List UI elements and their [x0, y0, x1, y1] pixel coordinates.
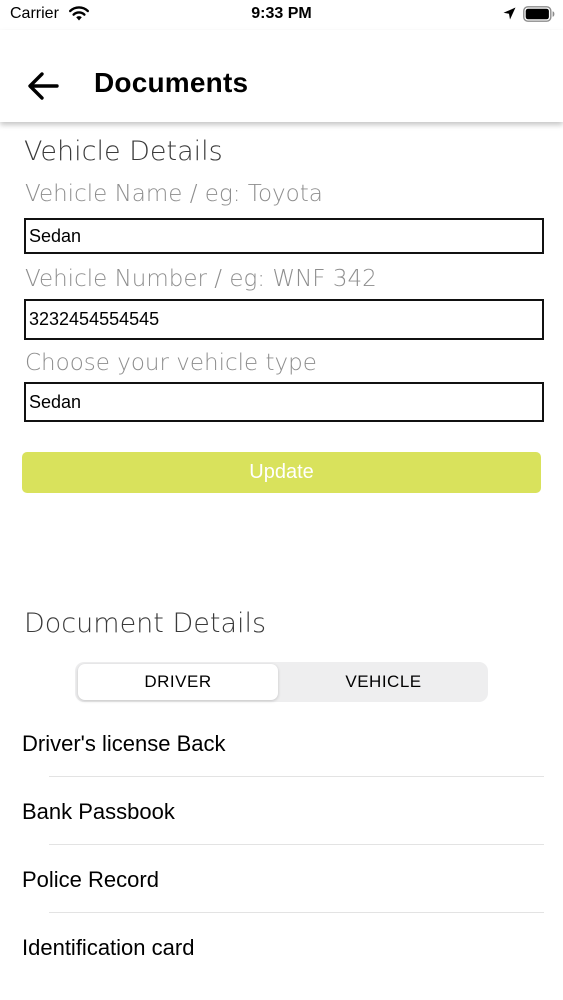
divider [49, 912, 544, 913]
tab-vehicle[interactable]: VEHICLE [282, 664, 485, 700]
divider [49, 776, 544, 777]
location-arrow-icon [503, 7, 516, 20]
list-item-bank-passbook[interactable]: Bank Passbook [0, 778, 563, 846]
page-title: Documents [94, 67, 249, 98]
update-button[interactable]: Update [22, 452, 541, 493]
document-details-heading: Document Details [24, 608, 267, 639]
vehicle-details-heading: Vehicle Details [24, 136, 223, 167]
divider [49, 844, 544, 845]
list-item-label: Identification card [22, 935, 195, 960]
vehicle-name-label: Vehicle Name / eg: Toyota [25, 181, 323, 207]
vehicle-number-input[interactable] [24, 299, 544, 340]
list-item-label: Driver's license Back [22, 731, 226, 756]
vehicle-number-label: Vehicle Number / eg: WNF 342 [25, 266, 377, 292]
list-item-police-record[interactable]: Police Record [0, 846, 563, 914]
vehicle-type-label: Choose your vehicle type [25, 350, 317, 376]
status-bar: Carrier 9:33 PM [0, 0, 563, 30]
vehicle-name-input[interactable] [24, 218, 544, 254]
document-type-segmented-control: DRIVER VEHICLE [75, 662, 488, 702]
navigation-bar: Documents [0, 30, 563, 122]
tab-driver[interactable]: DRIVER [78, 664, 278, 700]
back-button[interactable] [22, 66, 64, 106]
arrow-left-icon [28, 72, 59, 100]
list-item-identification-card[interactable]: Identification card [0, 914, 563, 982]
list-item-drivers-license-back[interactable]: Driver's license Back [0, 710, 563, 778]
list-item-label: Bank Passbook [22, 799, 175, 824]
clock: 9:33 PM [251, 5, 312, 22]
list-item-label: Police Record [22, 867, 159, 892]
vehicle-type-input[interactable] [24, 382, 544, 422]
battery-icon [523, 6, 555, 22]
